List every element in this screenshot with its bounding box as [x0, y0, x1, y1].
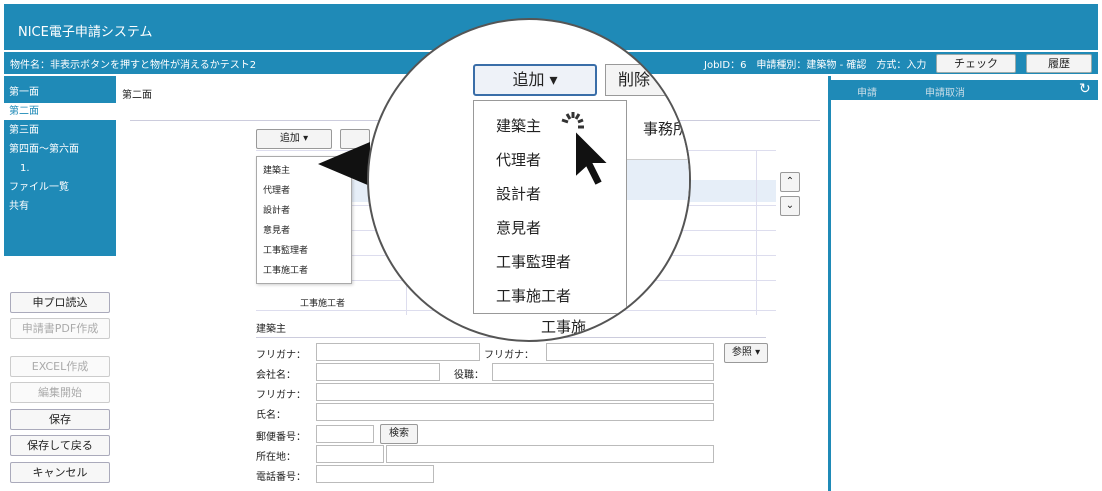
edit-start-button[interactable]: 編集開始: [10, 382, 110, 403]
nav-item-page4-6[interactable]: 第四面～第六面: [4, 141, 116, 158]
job-info: JobID：6 申請種別：建築物 - 確認 方式：入力: [704, 60, 927, 71]
refresh-icon[interactable]: ↻: [1079, 81, 1091, 97]
nav-item-page2[interactable]: 第二面: [4, 103, 116, 120]
furigana-input-3[interactable]: [316, 383, 714, 401]
phone-input[interactable]: [316, 465, 434, 483]
postal-input[interactable]: [316, 425, 374, 443]
furigana-label: フリガナ：: [256, 350, 306, 361]
menu-item-agent[interactable]: 代理者: [263, 183, 290, 196]
apply-tab[interactable]: 申請: [857, 84, 877, 99]
page-title: 第二面: [122, 90, 152, 101]
name-label: 氏名：: [256, 410, 286, 421]
mag-menu-designer[interactable]: 設計者: [496, 183, 541, 204]
move-up-button[interactable]: ⌃: [780, 172, 800, 192]
mag-menu-agent[interactable]: 代理者: [496, 149, 541, 170]
magnifier-callout: 追加 ▾ 削除 建築主 代理者 設計者 意見者 工事監理者 工事施工者 事務所 …: [367, 18, 691, 342]
nav-item-sub1[interactable]: 1.: [4, 160, 116, 177]
furigana-label-2: フリガナ：: [484, 350, 534, 361]
mag-menu-owner[interactable]: 建築主: [496, 115, 541, 136]
chevron-down-icon: ⌄: [785, 200, 795, 211]
magnified-header: 事務所: [643, 120, 689, 138]
cancel-apply-tab[interactable]: 申請取消: [925, 84, 965, 99]
nav-item-page3[interactable]: 第三面: [4, 122, 116, 139]
mag-menu-constructor[interactable]: 工事施工者: [496, 285, 571, 306]
import-button[interactable]: 申プロ読込: [10, 292, 110, 313]
search-button[interactable]: 検索: [380, 424, 418, 444]
menu-item-supervisor[interactable]: 工事監理者: [263, 243, 308, 256]
address-input[interactable]: [386, 445, 714, 463]
address-label: 所在地：: [256, 452, 296, 463]
right-panel: [828, 76, 1098, 491]
mag-menu-supervisor[interactable]: 工事監理者: [496, 251, 571, 272]
furigana-input-2[interactable]: [546, 343, 714, 361]
position-select[interactable]: [492, 363, 714, 381]
chevron-up-icon: ⌃: [785, 176, 795, 187]
name-input[interactable]: [316, 403, 714, 421]
nav-item-files[interactable]: ファイル一覧: [4, 179, 116, 196]
history-button[interactable]: 履歴: [1026, 54, 1092, 73]
save-button[interactable]: 保存: [10, 409, 110, 430]
cursor-icon: [561, 112, 612, 188]
app-title: NICE電子申請システム: [18, 25, 153, 40]
nav-item-page1[interactable]: 第一面: [4, 84, 116, 101]
position-label: 役職：: [454, 370, 484, 381]
furigana-label-3: フリガナ：: [256, 390, 306, 401]
magnified-add-button[interactable]: 追加 ▾: [473, 64, 597, 96]
grid-row-label: 工事施工者: [300, 299, 346, 309]
company-label: 会社名：: [256, 370, 296, 381]
pdf-button[interactable]: 申請書PDF作成: [10, 318, 110, 339]
mag-menu-reviewer[interactable]: 意見者: [496, 217, 541, 238]
menu-item-owner[interactable]: 建築主: [263, 163, 290, 176]
save-back-button[interactable]: 保存して戻る: [10, 435, 110, 456]
menu-item-designer[interactable]: 設計者: [263, 203, 290, 216]
postal-label: 郵便番号：: [256, 432, 306, 443]
prefecture-select[interactable]: [316, 445, 384, 463]
cancel-button[interactable]: キャンセル: [10, 462, 110, 483]
menu-item-constructor[interactable]: 工事施工者: [263, 263, 308, 276]
nav-item-share[interactable]: 共有: [4, 198, 116, 215]
excel-button[interactable]: EXCEL作成: [10, 356, 110, 377]
right-toolbar: 申請 申請取消 ↻: [831, 80, 1098, 100]
move-down-button[interactable]: ⌄: [780, 196, 800, 216]
company-input[interactable]: [316, 363, 440, 381]
section-title: 建築主: [256, 324, 286, 335]
side-nav: 第一面 第二面 第三面 第四面～第六面 1. ファイル一覧 共有: [4, 76, 116, 256]
phone-label: 電話番号：: [256, 472, 306, 483]
menu-item-reviewer[interactable]: 意見者: [263, 223, 290, 236]
check-button[interactable]: チェック: [936, 54, 1016, 73]
reference-button[interactable]: 参照 ▾: [724, 343, 768, 363]
magnified-bottom-label: 工事施: [541, 318, 587, 336]
magnified-delete-button[interactable]: 削除: [605, 64, 689, 96]
property-name: 物件名：非表示ボタンを押すと物件が消えるかテスト2: [10, 60, 257, 71]
furigana-input[interactable]: [316, 343, 480, 361]
